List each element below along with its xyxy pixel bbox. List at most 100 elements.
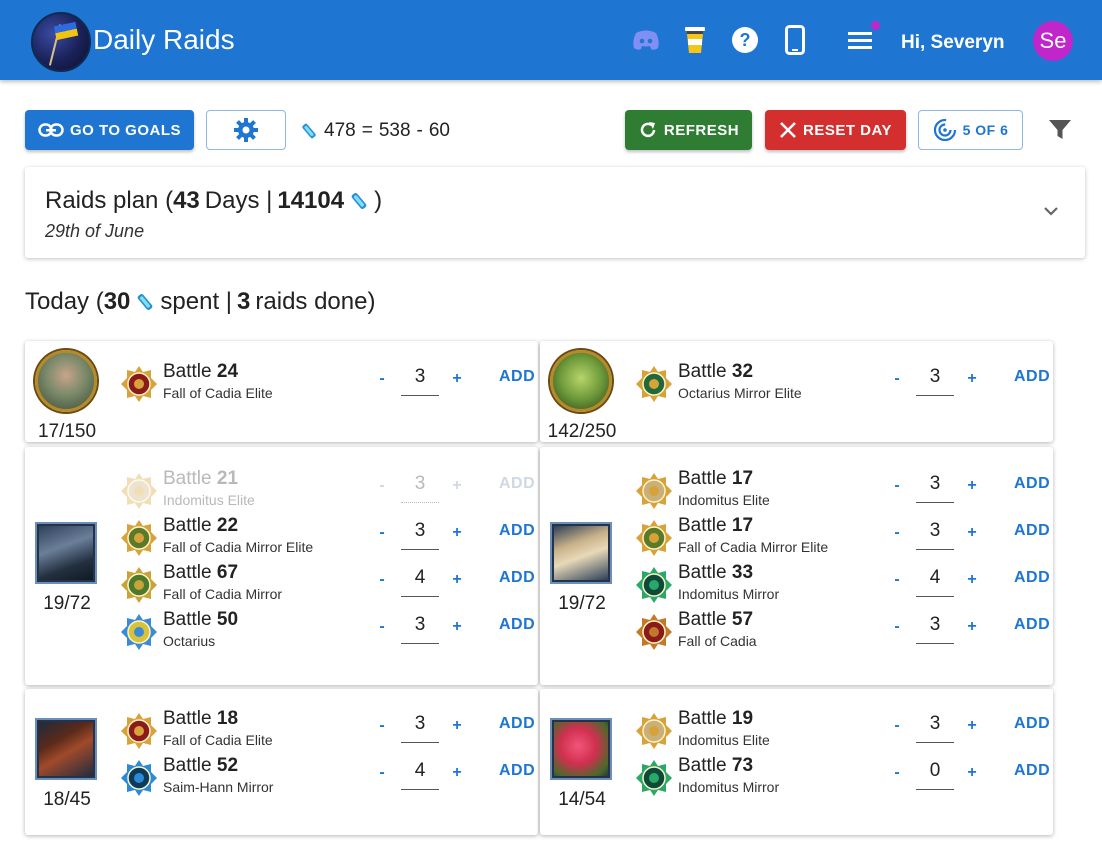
increment-button[interactable]: + [451, 717, 463, 735]
decrement-button[interactable]: - [891, 571, 903, 589]
add-raid-button[interactable]: ADD [499, 715, 535, 733]
raid-count-input[interactable]: 3 [401, 471, 439, 503]
raid-count-input[interactable]: 3 [401, 364, 439, 396]
raid-count-input[interactable]: 4 [401, 758, 439, 790]
raid-row: Battle 18 Fall of Cadia Elite -3 + ADD [119, 705, 539, 752]
decrement-button[interactable]: - [891, 477, 903, 495]
raid-count-input[interactable]: 4 [916, 565, 954, 597]
increment-button[interactable]: + [966, 618, 978, 636]
increment-button[interactable]: + [451, 477, 463, 495]
phone-icon[interactable] [784, 22, 806, 58]
decrement-button[interactable]: - [891, 370, 903, 388]
decrement-button[interactable]: - [891, 717, 903, 735]
increment-button[interactable]: + [966, 764, 978, 782]
decrement-button[interactable]: - [376, 764, 388, 782]
cloak-upgrade-portrait[interactable] [35, 718, 97, 780]
increment-button[interactable]: + [451, 571, 463, 589]
settings-button[interactable] [206, 110, 286, 150]
octarius-mirror-elite-icon [634, 364, 674, 404]
raid-count-input[interactable]: 0 [916, 758, 954, 790]
refresh-button[interactable]: REFRESH [625, 110, 752, 150]
increment-button[interactable]: + [451, 370, 463, 388]
raid-count-input[interactable]: 3 [401, 711, 439, 743]
upgrade-progress: 19/72 [558, 593, 606, 614]
campaign-name: Indomitus Elite [163, 492, 255, 508]
raid-card: 142/250 Battle 32 Octarius Mirror Elite -3… [540, 341, 1053, 442]
increment-button[interactable]: + [966, 477, 978, 495]
chevron-down-icon[interactable] [1043, 203, 1059, 221]
fall-of-cadia-mirror-elite-icon [634, 518, 674, 558]
battle-number: 67 [216, 562, 239, 583]
scroll-upgrade-portrait[interactable] [550, 522, 612, 584]
add-raid-button[interactable]: ADD [1014, 569, 1050, 587]
raid-count-input[interactable]: 3 [916, 518, 954, 550]
increment-button[interactable]: + [966, 717, 978, 735]
decrement-button[interactable]: - [376, 524, 388, 542]
energy-formula: 478 = 538 - 60 [300, 120, 450, 142]
add-raid-button[interactable]: ADD [1014, 522, 1050, 540]
reset-day-button[interactable]: RESET DAY [765, 110, 906, 150]
add-raid-button[interactable]: ADD [1014, 762, 1050, 780]
increment-button[interactable]: + [451, 524, 463, 542]
indomitus-elite-icon [634, 471, 674, 511]
refresh-label: REFRESH [663, 121, 740, 139]
raid-count-input[interactable]: 3 [916, 471, 954, 503]
avatar[interactable]: Se [1033, 21, 1073, 61]
raid-card: 19/72 Battle 17 Indomitus Elite -3 + ADD Bat… [540, 447, 1053, 685]
increment-button[interactable]: + [966, 571, 978, 589]
app-logo[interactable] [31, 12, 91, 72]
menu-icon[interactable] [846, 22, 874, 58]
battle-title: Battle 17 [678, 468, 754, 489]
raid-count-input[interactable]: 3 [401, 612, 439, 644]
add-raid-button[interactable]: ADD [499, 569, 535, 587]
raid-count-input[interactable]: 3 [401, 518, 439, 550]
app-title[interactable]: Daily Raids [93, 24, 235, 56]
decrement-button[interactable]: - [376, 477, 388, 495]
decrement-button[interactable]: - [891, 524, 903, 542]
help-icon[interactable]: ? [730, 22, 760, 58]
add-raid-button[interactable]: ADD [499, 616, 535, 634]
filter-icon[interactable] [1048, 119, 1072, 146]
energy-icon [302, 123, 316, 139]
decrement-button[interactable]: - [891, 618, 903, 636]
increment-button[interactable]: + [451, 618, 463, 636]
battle-number: 24 [216, 361, 239, 382]
battle-number: 57 [731, 609, 754, 630]
add-raid-button[interactable]: ADD [1014, 475, 1050, 493]
add-raid-button[interactable]: ADD [499, 368, 535, 386]
raid-count-input[interactable]: 3 [916, 364, 954, 396]
decrement-button[interactable]: - [376, 571, 388, 589]
decrement-button[interactable]: - [891, 764, 903, 782]
roses-upgrade-portrait[interactable] [550, 718, 612, 780]
add-raid-button[interactable]: ADD [1014, 616, 1050, 634]
add-raid-button[interactable]: ADD [1014, 368, 1050, 386]
battle-number: 52 [216, 755, 239, 776]
increment-button[interactable]: + [966, 370, 978, 388]
go-to-goals-button[interactable]: GO TO GOALS [25, 110, 194, 150]
raids-plan-panel[interactable]: Raids plan (43 Days | 14104 ) 29th of Ju… [25, 167, 1085, 258]
increment-button[interactable]: + [966, 524, 978, 542]
armor-upgrade-portrait[interactable] [35, 522, 97, 584]
increment-button[interactable]: + [451, 764, 463, 782]
raid-count-input[interactable]: 3 [916, 612, 954, 644]
ork-character-portrait[interactable] [550, 350, 612, 412]
decrement-button[interactable]: - [376, 618, 388, 636]
discord-icon[interactable] [630, 22, 662, 58]
raid-row: Battle 17 Fall of Cadia Mirror Elite -3 + AD… [634, 512, 1054, 559]
space-marine-character-portrait[interactable] [35, 350, 97, 412]
raid-row: Battle 32 Octarius Mirror Elite -3 + ADD [634, 358, 1054, 405]
add-raid-button[interactable]: ADD [499, 475, 535, 493]
battle-number: 21 [216, 468, 239, 489]
decrement-button[interactable]: - [376, 717, 388, 735]
raid-row: Battle 19 Indomitus Elite -3 + ADD [634, 705, 1054, 752]
add-raid-button[interactable]: ADD [499, 762, 535, 780]
decrement-button[interactable]: - [376, 370, 388, 388]
raids-progress-button[interactable]: 5 OF 6 [918, 110, 1023, 150]
add-raid-button[interactable]: ADD [499, 522, 535, 540]
coffee-cup-icon[interactable] [682, 22, 708, 58]
raid-count-input[interactable]: 4 [401, 565, 439, 597]
raid-count-input[interactable]: 3 [916, 711, 954, 743]
add-raid-button[interactable]: ADD [1014, 715, 1050, 733]
indomitus-elite-icon [119, 471, 159, 511]
battle-number: 73 [731, 755, 754, 776]
